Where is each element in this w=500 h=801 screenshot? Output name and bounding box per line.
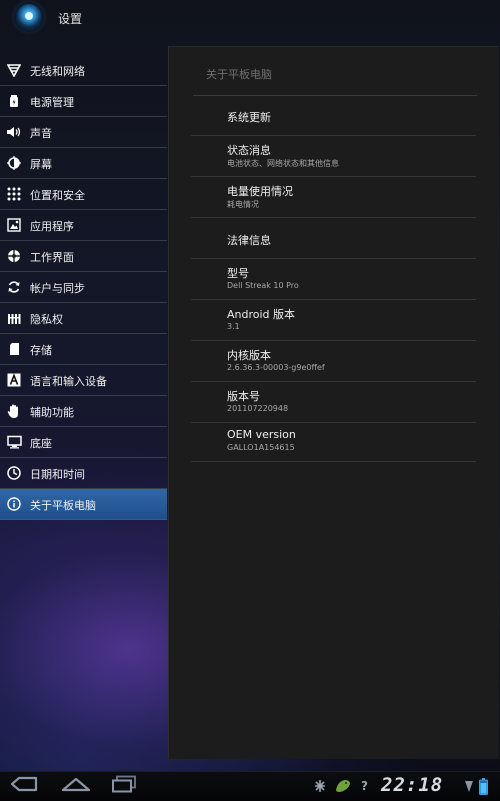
panel-header: 关于平板电脑 <box>206 68 272 81</box>
row-title: 系统更新 <box>227 111 271 124</box>
status-row[interactable]: 状态消息 电池状态、网络状态和其他信息 <box>191 136 476 177</box>
sidebar-item-location-security[interactable]: 位置和安全 <box>0 179 167 210</box>
row-subtitle: 耗电情况 <box>227 200 259 209</box>
row-title: OEM version <box>227 428 296 441</box>
row-title: 状态消息 <box>227 144 271 157</box>
android-version-row: Android 版本 3.1 <box>191 300 476 341</box>
sync-icon <box>6 279 22 295</box>
speaker-icon <box>6 124 22 140</box>
debug-icon[interactable] <box>313 778 327 794</box>
recent-apps-icon <box>111 775 137 797</box>
sidebar-item-accounts-sync[interactable]: 帐户与同步 <box>0 272 167 303</box>
settings-window: 设置 无线和网络 电源管理 声音 屏幕 位置和安全 应用程序 工作界面 帐户与同… <box>0 0 500 771</box>
battery-use-row[interactable]: 电量使用情况 耗电情况 <box>191 177 476 218</box>
action-bar: 设置 <box>0 0 500 38</box>
sidebar-item-dock[interactable]: 底座 <box>0 427 167 458</box>
hand-icon <box>6 403 22 419</box>
sidebar-item-label: 屏幕 <box>30 158 52 171</box>
sidebar-item-storage[interactable]: 存储 <box>0 334 167 365</box>
sd-card-icon <box>6 341 22 357</box>
sidebar-item-about-tablet[interactable]: 关于平板电脑 <box>0 489 167 520</box>
row-subtitle: GALLO1A154615 <box>227 443 295 452</box>
model-number-row: 型号 Dell Streak 10 Pro <box>191 259 476 300</box>
system-bar: ? 22:18 <box>0 771 500 801</box>
sidebar-item-label: 声音 <box>30 127 52 140</box>
sidebar-item-display[interactable]: 屏幕 <box>0 148 167 179</box>
system-update-row[interactable]: 系统更新 <box>191 96 476 136</box>
sidebar-item-label: 帐户与同步 <box>30 282 85 295</box>
sidebar-item-label: 应用程序 <box>30 220 74 233</box>
battery-status-icon <box>479 777 488 795</box>
app-title: 设置 <box>58 12 83 26</box>
clock[interactable]: 22:18 <box>381 774 443 796</box>
pattern-lock-icon <box>6 186 22 202</box>
settings-app-icon[interactable] <box>16 4 42 30</box>
sidebar-item-label: 存储 <box>30 344 52 357</box>
row-subtitle: 201107220948 <box>227 404 289 413</box>
about-tablet-panel: 关于平板电脑 系统更新 状态消息 电池状态、网络状态和其他信息 电量使用情况 耗… <box>168 46 499 759</box>
sidebar-item-sound[interactable]: 声音 <box>0 117 167 148</box>
privacy-icon <box>6 310 22 326</box>
monitor-icon <box>6 434 22 450</box>
sidebar-item-label: 工作界面 <box>30 251 74 264</box>
row-subtitle: 3.1 <box>227 322 240 331</box>
build-number-row: 版本号 201107220948 <box>191 382 476 423</box>
settings-sidebar: 无线和网络 电源管理 声音 屏幕 位置和安全 应用程序 工作界面 帐户与同步 隐… <box>0 55 167 520</box>
sidebar-item-privacy[interactable]: 隐私权 <box>0 303 167 334</box>
brightness-icon <box>6 155 22 171</box>
sidebar-item-label: 电源管理 <box>30 96 74 109</box>
sidebar-item-label: 辅助功能 <box>30 406 74 419</box>
row-subtitle: Dell Streak 10 Pro <box>227 281 299 290</box>
keyboard-letter-icon <box>6 372 22 388</box>
row-subtitle: 电池状态、网络状态和其他信息 <box>227 159 339 168</box>
sidebar-item-label: 关于平板电脑 <box>30 499 96 512</box>
row-title: Android 版本 <box>227 308 296 321</box>
sidebar-item-label: 隐私权 <box>30 313 63 326</box>
sidebar-item-wireless-networks[interactable]: 无线和网络 <box>0 55 167 86</box>
clock-icon <box>6 465 22 481</box>
recent-apps-button[interactable] <box>104 775 144 797</box>
sidebar-item-workspace[interactable]: 工作界面 <box>0 241 167 272</box>
android-icon[interactable] <box>334 778 352 794</box>
row-subtitle: 2.6.36.3-00003-g9e0ffef <box>227 363 325 372</box>
sidebar-item-date-time[interactable]: 日期和时间 <box>0 458 167 489</box>
wifi-icon <box>6 62 22 78</box>
info-icon <box>6 496 22 512</box>
sidebar-item-label: 无线和网络 <box>30 65 85 78</box>
row-title: 版本号 <box>227 390 260 403</box>
sidebar-item-label: 语言和输入设备 <box>30 375 107 388</box>
row-title: 法律信息 <box>227 234 271 247</box>
home-button[interactable] <box>56 775 96 797</box>
battery-icon <box>6 93 22 109</box>
sidebar-item-accessibility[interactable]: 辅助功能 <box>0 396 167 427</box>
sidebar-item-applications[interactable]: 应用程序 <box>0 210 167 241</box>
row-title: 内核版本 <box>227 349 271 362</box>
sidebar-item-label: 日期和时间 <box>30 468 85 481</box>
sidebar-item-label: 底座 <box>30 437 52 450</box>
row-title: 型号 <box>227 267 249 280</box>
applications-icon <box>6 217 22 233</box>
sidebar-item-label: 位置和安全 <box>30 189 85 202</box>
signal-icon <box>464 778 474 794</box>
workspace-icon <box>6 248 22 264</box>
kernel-version-row: 内核版本 2.6.36.3-00003-g9e0ffef <box>191 341 476 382</box>
unknown-icon[interactable]: ? <box>361 778 368 794</box>
back-button[interactable] <box>4 775 44 797</box>
sidebar-item-language-input[interactable]: 语言和输入设备 <box>0 365 167 396</box>
home-icon <box>60 776 92 796</box>
sidebar-item-power-management[interactable]: 电源管理 <box>0 86 167 117</box>
legal-information-row[interactable]: 法律信息 <box>191 218 476 259</box>
row-title: 电量使用情况 <box>227 185 293 198</box>
oem-version-row: OEM version GALLO1A154615 <box>191 423 476 462</box>
back-icon <box>9 776 39 796</box>
